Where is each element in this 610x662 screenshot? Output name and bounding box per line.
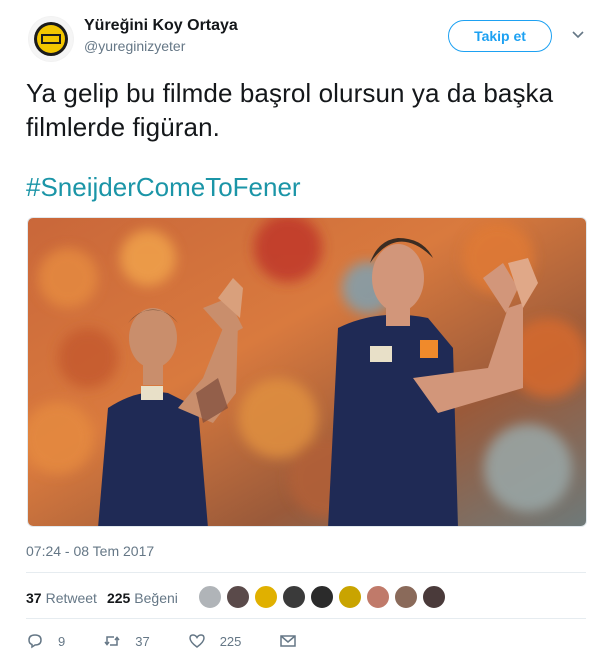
liker-avatar[interactable] (282, 585, 306, 609)
display-name[interactable]: Yüreğini Koy Ortaya (84, 16, 238, 36)
retweet-stat-label: Retweet (45, 590, 97, 606)
engagement-stats: 37 Retweet 225 Beğeni (26, 586, 188, 610)
like-stat-count: 225 (106, 590, 131, 606)
divider (26, 572, 586, 573)
follow-button[interactable]: Takip et (448, 20, 552, 52)
heart-icon (188, 634, 205, 648)
like-stat[interactable]: 225 Beğeni (107, 590, 178, 606)
reply-count: 9 (58, 633, 66, 649)
divider (26, 618, 586, 619)
reply-icon (28, 634, 42, 649)
retweet-icon (104, 636, 120, 646)
retweet-button[interactable]: 37 (103, 632, 150, 650)
liker-avatar[interactable] (254, 585, 278, 609)
chevron-down-icon[interactable] (570, 26, 586, 42)
liker-avatar[interactable] (422, 585, 446, 609)
tweet-actions: 9 37 225 (26, 630, 349, 652)
tweet-photo[interactable] (27, 217, 587, 527)
tweet-timestamp[interactable]: 07:24 - 08 Tem 2017 (26, 543, 154, 559)
tweet-header: Yüreğini Koy Ortaya @yureginizyeter Taki… (28, 14, 588, 62)
like-count: 225 (219, 633, 242, 649)
liker-avatar[interactable] (338, 585, 362, 609)
like-stat-label: Beğeni (134, 590, 178, 606)
retweet-stat-count: 37 (26, 590, 42, 606)
handle[interactable]: @yureginizyeter (84, 36, 238, 56)
retweet-stat[interactable]: 37 Retweet (26, 590, 97, 606)
avatar[interactable] (28, 16, 74, 62)
reply-button[interactable]: 9 (26, 632, 65, 650)
hashtag-link[interactable]: #SneijderComeToFener (26, 170, 301, 204)
liker-avatar[interactable] (310, 585, 334, 609)
account-names: Yüreğini Koy Ortaya @yureginizyeter (84, 16, 238, 56)
like-button[interactable]: 225 (188, 632, 242, 650)
direct-message-button[interactable] (279, 632, 311, 650)
photo-image (28, 218, 586, 526)
tweet-text: Ya gelip bu filmde başrol olursun ya da … (26, 78, 554, 142)
message-icon (280, 635, 297, 647)
liker-avatar[interactable] (198, 585, 222, 609)
liker-avatar[interactable] (394, 585, 418, 609)
liker-avatars (198, 585, 450, 609)
logo-icon (29, 17, 73, 61)
retweet-count: 37 (135, 633, 150, 649)
liker-avatar[interactable] (366, 585, 390, 609)
liker-avatar[interactable] (226, 585, 250, 609)
